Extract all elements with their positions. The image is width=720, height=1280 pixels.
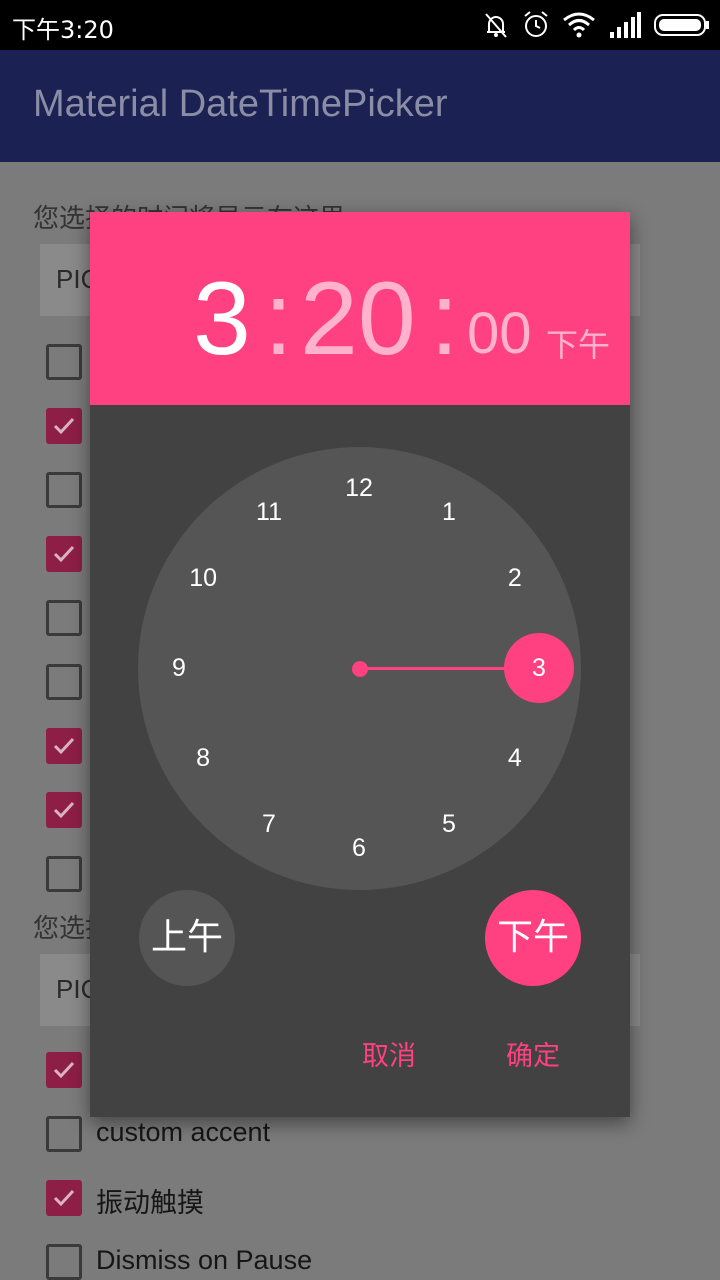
clock-number-2[interactable]: 2 bbox=[490, 560, 540, 596]
option-checkbox[interactable] bbox=[46, 1052, 82, 1088]
wifi-icon bbox=[563, 12, 595, 38]
time-header: 3 : 20 : 00 下午 bbox=[90, 212, 630, 405]
option-checkbox[interactable] bbox=[46, 408, 82, 444]
option-checkbox[interactable] bbox=[46, 792, 82, 828]
clock-face[interactable]: 12 1 2 3 4 5 6 7 8 9 10 11 bbox=[138, 447, 581, 890]
clock-number-9[interactable]: 9 bbox=[154, 650, 204, 686]
header-ampm[interactable]: 下午 bbox=[546, 320, 610, 366]
option-checkbox[interactable] bbox=[46, 728, 82, 764]
clock-number-7[interactable]: 7 bbox=[244, 806, 294, 842]
option-checkbox[interactable] bbox=[46, 472, 82, 508]
header-hour[interactable]: 3 bbox=[193, 260, 251, 379]
option-checkbox[interactable] bbox=[46, 1180, 82, 1216]
battery-icon bbox=[654, 14, 709, 36]
clock-number-6[interactable]: 6 bbox=[334, 830, 384, 866]
clock-number-10[interactable]: 10 bbox=[178, 560, 228, 596]
option-label: 振动触摸 bbox=[96, 1188, 204, 1218]
option-checkbox[interactable] bbox=[46, 664, 82, 700]
option-label: custom accent bbox=[96, 1117, 271, 1147]
header-separator: : bbox=[264, 261, 293, 377]
am-button[interactable]: 上午 bbox=[139, 890, 235, 986]
app-bar: Material DateTimePicker bbox=[0, 50, 720, 162]
clock-number-11[interactable]: 11 bbox=[244, 494, 294, 530]
option-label: Dismiss on Pause bbox=[96, 1245, 313, 1275]
app-title: Material DateTimePicker bbox=[33, 83, 448, 125]
clock-number-3[interactable]: 3 bbox=[514, 650, 564, 686]
status-time: 下午3:20 bbox=[12, 16, 114, 44]
ok-button[interactable]: 确定 bbox=[506, 1034, 560, 1073]
alarm-icon bbox=[524, 11, 548, 37]
header-minute[interactable]: 20 bbox=[300, 260, 416, 379]
bell-off-icon bbox=[485, 13, 507, 38]
clock-number-8[interactable]: 8 bbox=[178, 740, 228, 776]
pm-button[interactable]: 下午 bbox=[485, 890, 581, 986]
clock-center-dot bbox=[352, 661, 368, 677]
signal-icon bbox=[610, 12, 641, 38]
clock-number-12[interactable]: 12 bbox=[334, 470, 384, 506]
option-checkbox[interactable] bbox=[46, 344, 82, 380]
time-picker-dialog: 3 : 20 : 00 下午 12 1 2 3 4 5 6 7 8 9 10 11 上午 下午 取消 … bbox=[90, 212, 630, 1117]
option-checkbox[interactable] bbox=[46, 856, 82, 892]
clock-number-1[interactable]: 1 bbox=[424, 494, 474, 530]
clock-number-5[interactable]: 5 bbox=[424, 806, 474, 842]
header-second[interactable]: 00 bbox=[467, 300, 532, 367]
cancel-button[interactable]: 取消 bbox=[362, 1034, 416, 1073]
option-checkbox[interactable] bbox=[46, 1244, 82, 1280]
header-separator: : bbox=[430, 261, 459, 377]
status-bar: 下午3:20 bbox=[0, 0, 720, 50]
clock-number-4[interactable]: 4 bbox=[490, 740, 540, 776]
option-checkbox[interactable] bbox=[46, 1116, 82, 1152]
option-checkbox[interactable] bbox=[46, 536, 82, 572]
option-checkbox[interactable] bbox=[46, 600, 82, 636]
